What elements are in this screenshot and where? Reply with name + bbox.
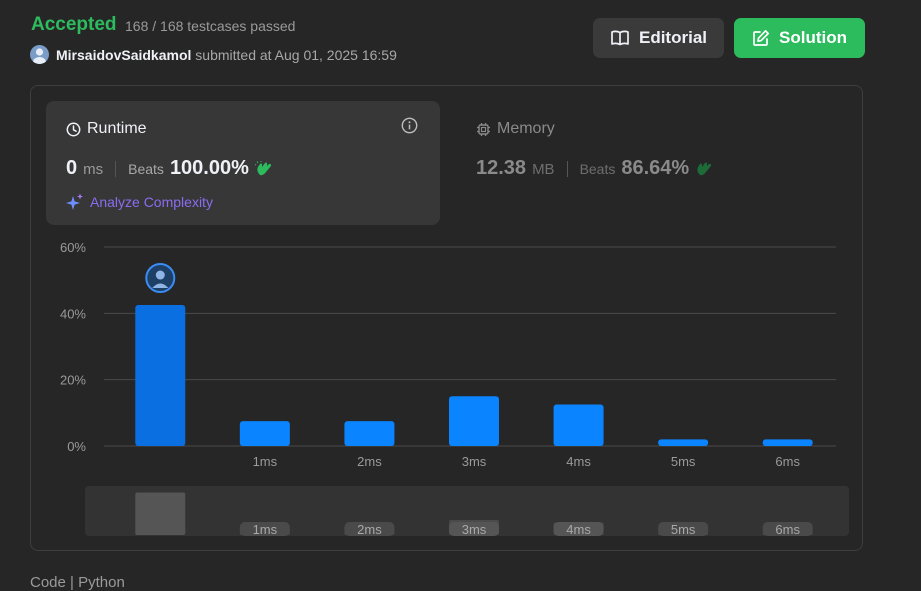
runtime-unit: ms xyxy=(83,161,104,178)
range-tick-label: 1ms xyxy=(253,522,278,537)
x-tick-label: 3ms xyxy=(462,454,487,469)
bar[interactable] xyxy=(239,421,290,446)
y-tick-label: 40% xyxy=(60,306,86,321)
divider xyxy=(115,160,117,177)
analyze-complexity-link[interactable]: Analyze Complexity xyxy=(66,193,213,211)
range-tick-label: 2ms xyxy=(357,522,382,537)
x-tick-label: 2ms xyxy=(357,454,382,469)
sparkle-icon xyxy=(66,193,83,210)
bar[interactable] xyxy=(553,404,604,446)
info-icon[interactable] xyxy=(401,117,418,139)
runtime-value: 0 xyxy=(66,157,78,179)
clock-icon xyxy=(66,122,81,136)
x-tick-label: 5ms xyxy=(671,454,696,469)
runtime-distribution-chart: 60% 40% 20% 0% 1ms 2ms 3ms 4ms 5ms 6ms 1ms 2ms 3ms 4m… xyxy=(60,240,849,537)
range-tick-label: 4ms xyxy=(566,522,591,537)
solution-label: Solution xyxy=(779,28,847,47)
memory-beats-label: Beats xyxy=(579,161,616,177)
clapping-hands-icon xyxy=(697,162,712,175)
y-tick-label: 60% xyxy=(60,240,86,255)
testcases-passed: 168 / 168 testcases passed xyxy=(125,18,296,34)
memory-beats-value: 86.64% xyxy=(621,157,690,179)
range-tick-label: 5ms xyxy=(671,522,696,537)
runtime-title: Runtime xyxy=(66,120,147,138)
x-tick-label: 4ms xyxy=(566,454,591,469)
mini-bar xyxy=(135,492,186,535)
avatar-head xyxy=(155,270,165,280)
runtime-title-label: Runtime xyxy=(87,120,147,137)
memory-value: 12.38 xyxy=(476,157,527,179)
x-tick-label: 6ms xyxy=(775,454,800,469)
memory-metric: 12.38 MB Beats 86.64% xyxy=(476,157,713,180)
status-label: Accepted xyxy=(31,14,117,35)
submission-info: MirsaidovSaidkamol submitted at Aug 01, … xyxy=(56,47,397,63)
runtime-beats-value: 100.00% xyxy=(169,157,249,179)
divider xyxy=(566,160,568,177)
cpu-chip-icon xyxy=(477,122,490,136)
memory-unit: MB xyxy=(532,161,555,178)
memory-title-label: Memory xyxy=(497,120,555,137)
y-tick-label: 20% xyxy=(60,373,86,388)
bar[interactable] xyxy=(344,421,395,446)
runtime-metric: 0 ms Beats 100.00% xyxy=(66,157,273,180)
submitted-at: submitted at Aug 01, 2025 16:59 xyxy=(195,47,397,63)
editorial-button[interactable]: Editorial xyxy=(593,18,724,58)
x-tick-label: 1ms xyxy=(253,454,278,469)
memory-title[interactable]: Memory xyxy=(476,120,555,138)
edit-icon xyxy=(753,29,770,46)
clapping-hands-icon xyxy=(254,160,272,175)
runtime-beats-label: Beats xyxy=(128,161,164,177)
bar[interactable] xyxy=(135,305,186,446)
avatar-icon xyxy=(33,48,46,64)
username-link[interactable]: MirsaidovSaidkamol xyxy=(56,47,191,63)
range-tick-label: 6ms xyxy=(775,522,800,537)
editorial-label: Editorial xyxy=(638,28,707,47)
solution-button[interactable]: Solution xyxy=(734,18,865,58)
analyze-complexity-label: Analyze Complexity xyxy=(90,194,213,210)
bar[interactable] xyxy=(762,439,813,446)
y-tick-label: 0% xyxy=(67,439,86,454)
range-tick-label: 3ms xyxy=(462,522,487,537)
bar[interactable] xyxy=(658,439,709,446)
book-open-icon xyxy=(611,30,629,46)
bar[interactable] xyxy=(449,396,499,446)
user-avatar[interactable] xyxy=(30,45,49,64)
